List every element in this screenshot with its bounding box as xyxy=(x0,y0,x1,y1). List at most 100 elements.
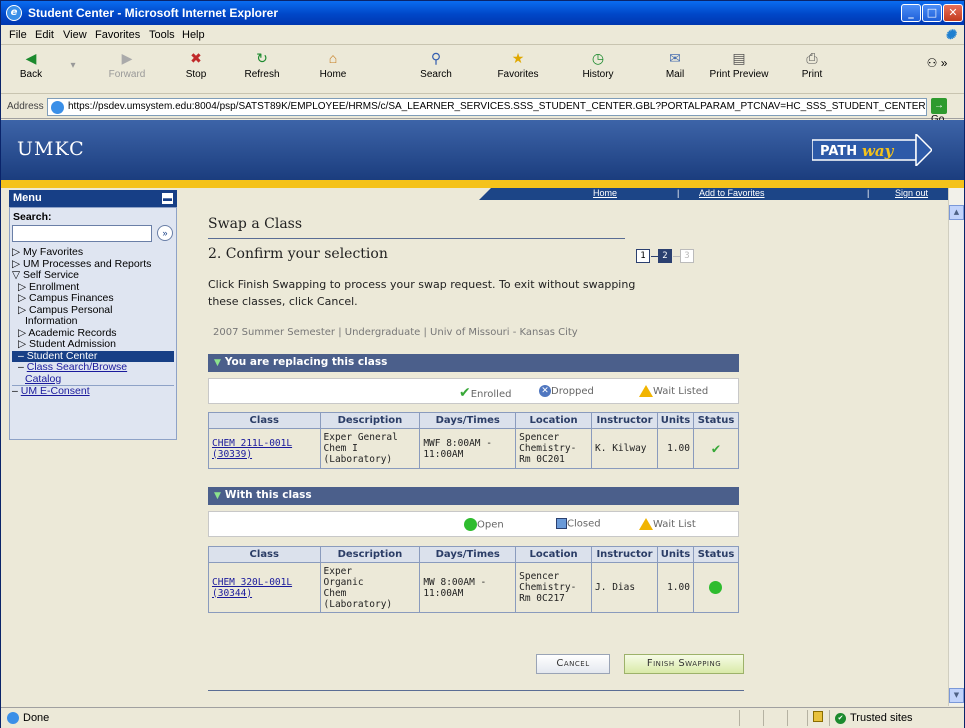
menu-item-class-search-cont[interactable]: Catalog xyxy=(12,373,174,386)
menu-tools[interactable]: Tools xyxy=(149,29,175,41)
menu-edit[interactable]: Edit xyxy=(35,29,54,41)
class-cell: CHEM 320L-001L (30344) xyxy=(208,562,321,613)
collapse-menu-icon[interactable]: ▬ xyxy=(162,193,173,204)
step-heading: 2. Confirm your selection xyxy=(208,246,388,262)
menu-body: Search: » ▷ My Favorites ▷ UM Processes … xyxy=(9,207,177,440)
wait-list-triangle-icon xyxy=(639,518,653,530)
description-cell: Exper General Chem I (Laboratory) xyxy=(319,428,421,469)
menu-item-class-search[interactable]: – Class Search/Browse xyxy=(12,361,174,374)
status-bar: Done ✔ Trusted sites xyxy=(1,707,964,728)
go-arrow-icon: → xyxy=(931,98,947,114)
closed-square-icon xyxy=(556,518,567,529)
home-button[interactable]: ⌂ Home xyxy=(303,49,363,80)
left-menu: Menu ▬ Search: » ▷ My Favorites ▷ UM Pro… xyxy=(9,190,177,440)
print-preview-button[interactable]: ▤ Print Preview xyxy=(704,49,774,80)
cancel-button[interactable]: Cancel xyxy=(536,654,610,674)
description-cell: Exper Organic Chem (Laboratory) xyxy=(319,562,421,613)
close-button[interactable]: ✕ xyxy=(943,4,963,22)
class-link[interactable]: CHEM 211L-001L (30339) xyxy=(212,438,292,460)
legend-wait-listed: Wait Listed xyxy=(639,385,708,397)
address-label: Address xyxy=(7,101,44,112)
back-dropdown-icon[interactable]: ▾ xyxy=(63,60,83,71)
menu-bar: File Edit View Favorites Tools Help ✺ xyxy=(1,25,964,45)
maximize-button[interactable]: □ xyxy=(922,4,942,22)
legend-closed: Closed xyxy=(556,518,601,530)
forward-button[interactable]: ▶ Forward xyxy=(97,49,157,80)
collapse-triangle-icon: ▼ xyxy=(214,491,221,501)
with-section-header[interactable]: ▼ With this class xyxy=(208,487,739,505)
umkc-logo: UMKC xyxy=(17,138,85,160)
open-circle-icon xyxy=(709,581,723,594)
address-bar: Address https://psdev.umsystem.edu:8004/… xyxy=(1,95,964,125)
scroll-up-arrow-icon[interactable]: ▲ xyxy=(949,205,964,220)
back-arrow-icon: ◀ xyxy=(25,50,37,66)
menu-favorites[interactable]: Favorites xyxy=(95,29,140,41)
step-3: 3 xyxy=(680,249,694,263)
main-content: Swap a Class 1 2 3 2. Confirm your selec… xyxy=(199,206,959,706)
go-button[interactable]: → Go xyxy=(931,98,963,125)
favorites-button[interactable]: ★ Favorites xyxy=(488,49,548,80)
vertical-scrollbar[interactable]: ▲ ▼ xyxy=(948,188,964,706)
back-button[interactable]: ◀ Back xyxy=(1,49,61,80)
term-info: 2007 Summer Semester | Undergraduate | U… xyxy=(213,327,578,338)
table-header-row: Class Description Days/Times Location In… xyxy=(208,546,740,563)
menu-search-go-icon[interactable]: » xyxy=(157,225,173,241)
replacing-class-table: Class Description Days/Times Location In… xyxy=(208,412,740,469)
security-zone: ✔ Trusted sites xyxy=(835,712,913,724)
legend-open: Open xyxy=(464,518,504,531)
title-rule xyxy=(208,238,625,239)
history-button[interactable]: ◷ History xyxy=(568,49,628,80)
scroll-down-arrow-icon[interactable]: ▼ xyxy=(949,688,964,703)
step-2-current: 2 xyxy=(658,249,672,263)
page-title: Swap a Class xyxy=(208,216,303,232)
units-cell: 1.00 xyxy=(656,428,694,469)
toolbar-more-chevron-icon[interactable]: ⚇ » xyxy=(919,56,955,70)
home-link[interactable]: Home xyxy=(593,188,617,198)
col-status: Status xyxy=(692,412,740,429)
site-banner: UMKC PATH way xyxy=(1,120,964,180)
collapse-triangle-icon: ▼ xyxy=(214,358,221,368)
location-cell: Spencer Chemistry- Rm 0C201 xyxy=(515,428,593,469)
nav-separator: | xyxy=(867,188,870,198)
pathway-logo: PATH way xyxy=(812,134,932,166)
col-days-times: Days/Times xyxy=(419,546,517,563)
replacing-section-header[interactable]: ▼ You are replacing this class xyxy=(208,354,739,372)
print-button[interactable]: ⎙ Print xyxy=(782,49,842,80)
add-favorites-link[interactable]: Add to Favorites xyxy=(699,188,765,198)
svg-text:way: way xyxy=(862,142,895,160)
refresh-button[interactable]: ↻ Refresh xyxy=(232,49,292,80)
status-done: Done xyxy=(7,712,49,725)
status-cell: ✔ xyxy=(692,428,740,469)
menu-search-input[interactable] xyxy=(12,225,152,242)
search-button[interactable]: ⚲ Search xyxy=(406,49,466,80)
status-cell xyxy=(692,562,740,613)
finish-swapping-button[interactable]: Finish Swapping xyxy=(624,654,744,674)
menu-search-label: Search: xyxy=(13,211,52,223)
address-input[interactable]: https://psdev.umsystem.edu:8004/psp/SATS… xyxy=(47,98,927,116)
svg-text:PATH: PATH xyxy=(820,144,857,159)
ie-logo-icon: e xyxy=(6,5,22,21)
menu-file[interactable]: File xyxy=(9,29,27,41)
col-location: Location xyxy=(515,412,593,429)
table-header-row: Class Description Days/Times Location In… xyxy=(208,412,740,429)
print-preview-icon: ▤ xyxy=(732,50,746,66)
menu-help[interactable]: Help xyxy=(182,29,205,41)
menu-item-um-e-consent[interactable]: – UM E-Consent xyxy=(12,385,174,398)
refresh-icon: ↻ xyxy=(256,50,268,66)
class-link[interactable]: CHEM 320L-001L (30344) xyxy=(212,577,292,599)
minimize-button[interactable]: _ xyxy=(901,4,921,22)
menu-view[interactable]: View xyxy=(63,29,87,41)
col-description: Description xyxy=(319,546,421,563)
banner-stripe xyxy=(1,180,964,188)
stop-button[interactable]: ✖ Stop xyxy=(166,49,226,80)
lock-icon xyxy=(813,711,823,722)
replacing-legend: ✔Enrolled ✕ Dropped Wait Listed xyxy=(208,378,739,404)
mail-button[interactable]: ✉ Mail xyxy=(645,49,705,80)
col-days-times: Days/Times xyxy=(419,412,517,429)
title-bar[interactable]: e Student Center - Microsoft Internet Ex… xyxy=(1,1,964,25)
legend-dropped: ✕ Dropped xyxy=(539,385,594,397)
sign-out-link[interactable]: Sign out xyxy=(895,188,928,198)
units-cell: 1.00 xyxy=(656,562,694,613)
days-times-cell: MWF 8:00AM -11:00AM xyxy=(419,428,517,469)
trusted-check-icon: ✔ xyxy=(835,712,846,724)
